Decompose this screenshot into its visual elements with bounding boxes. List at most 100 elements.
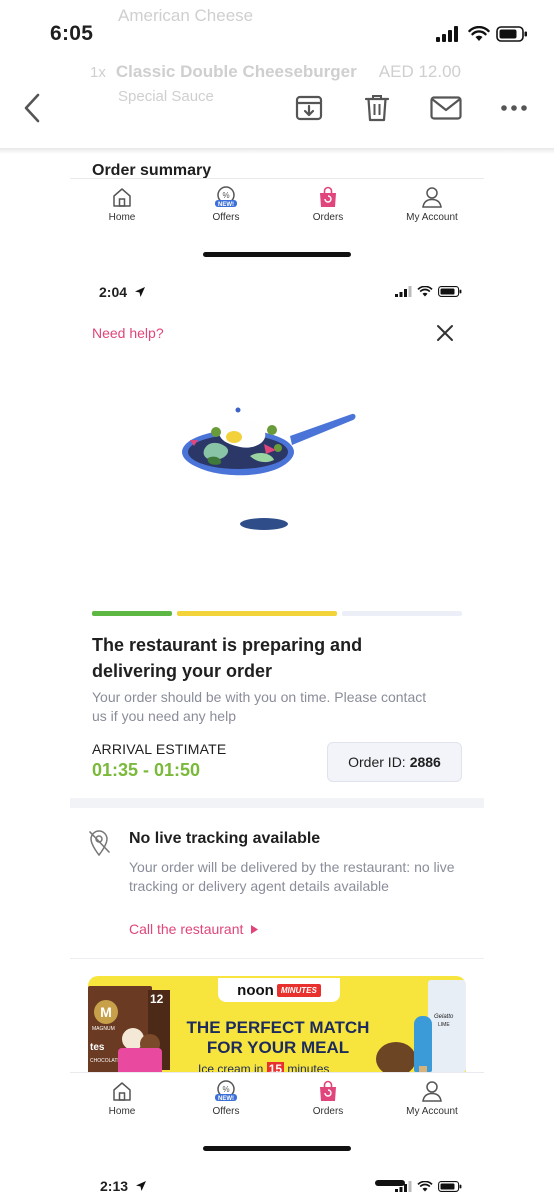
ice-cream-cup-image — [118, 1048, 162, 1072]
nav-home[interactable]: Home — [82, 186, 162, 223]
nav-offers[interactable]: % NEW! Offers — [186, 1080, 266, 1117]
banner-headline-2: FOR YOUR MEAL — [206, 1038, 350, 1057]
home-indicator-2 — [203, 1146, 351, 1151]
more-button[interactable] — [498, 92, 530, 124]
ghost-order-line: 1x Classic Double Cheeseburger AED 12.00 — [90, 62, 461, 82]
no-tracking-title: No live tracking available — [129, 830, 321, 847]
magnum-letter: M — [94, 1000, 118, 1024]
progress-step-3 — [342, 611, 462, 616]
nav-orders[interactable]: Orders — [288, 1080, 368, 1117]
nav-home[interactable]: Home — [82, 1080, 162, 1117]
ghost-text-line: American Cheese — [118, 6, 254, 25]
need-help-link[interactable]: Need help? — [92, 325, 164, 341]
status-time: 6:05 — [50, 22, 94, 45]
banner-headline-1: THE PERFECT MATCH — [186, 1018, 370, 1037]
cellular-signal-icon — [395, 286, 412, 297]
ice-cream-cone-image — [376, 1042, 416, 1072]
mail-button[interactable] — [428, 92, 464, 124]
wifi-icon — [417, 1181, 433, 1192]
bottom-nav-1: Home % NEW! Offers Orders My Account — [70, 186, 484, 256]
nav-account-label: My Account — [406, 212, 458, 223]
home-icon — [113, 1082, 131, 1101]
wifi-icon — [468, 26, 490, 41]
status-time-3: 2:13 — [100, 1178, 147, 1194]
banner-subline-prefix: Ice cream in — [198, 1062, 267, 1072]
cellular-signal-icon — [436, 26, 458, 42]
banner-subline-number: 15 — [266, 1062, 285, 1072]
call-restaurant-link[interactable]: Call the restaurant — [129, 921, 259, 937]
orders-bag-icon — [320, 186, 336, 207]
promo-banner[interactable]: M MAGNUM tes CHOCOLATE 12 noon MINUTES T… — [88, 976, 466, 1072]
archive-button[interactable] — [293, 92, 325, 124]
wifi-icon — [417, 286, 433, 297]
account-icon — [422, 187, 442, 208]
nav-offers[interactable]: % NEW! Offers — [186, 186, 266, 223]
arrival-time: 01:35 - 01:50 — [92, 760, 201, 780]
nav-orders-label: Orders — [312, 1106, 344, 1117]
location-arrow-icon — [134, 287, 145, 297]
banner-subline: Ice cream in 15 minutes — [198, 1062, 329, 1072]
nav-divider — [70, 178, 484, 179]
account-icon — [422, 1081, 442, 1102]
ghost-item: Classic Double Cheeseburger — [115, 62, 357, 81]
progress-step-1 — [92, 611, 172, 616]
mail-icon — [430, 96, 462, 120]
nav-offers-label: Offers — [212, 212, 240, 223]
nav-account-label: My Account — [406, 1106, 458, 1117]
ghost-sauce: Special Sauce — [118, 88, 214, 105]
banner-subline-suffix: minutes — [284, 1062, 330, 1072]
close-icon — [437, 325, 453, 341]
order-id-label: Order ID: — [348, 754, 406, 770]
bottom-nav-2: Home % NEW! Offers Orders My Account — [70, 1080, 484, 1150]
arrival-estimate-label: ARRIVAL ESTIMATE — [92, 741, 227, 757]
noon-minutes-logo: noon MINUTES — [218, 978, 340, 1002]
order-id-chip[interactable]: Order ID: 2886 — [327, 742, 462, 782]
nav-offers-label: Offers — [212, 1106, 240, 1117]
no-tracking-icon — [88, 830, 110, 857]
more-icon — [501, 105, 527, 111]
home-icon — [113, 188, 131, 207]
home-indicator-1 — [203, 252, 351, 257]
battery-icon — [496, 26, 527, 42]
ghost-price: AED 12.00 — [378, 62, 461, 81]
popsicle-box-image: Gelatto LIME — [428, 980, 466, 1072]
banner-top-divider — [70, 958, 484, 959]
order-status-title: The restaurant is preparing and deliveri… — [92, 635, 363, 681]
battery-icon — [438, 286, 462, 297]
toolbar-divider — [0, 148, 554, 154]
section-separator — [70, 798, 484, 808]
ghost-qty: 1x — [90, 64, 106, 81]
back-button[interactable] — [16, 92, 48, 124]
delete-button[interactable] — [361, 92, 393, 124]
svg-text:%: % — [222, 191, 229, 200]
trash-icon — [364, 95, 390, 122]
nav-orders[interactable]: Orders — [288, 186, 368, 223]
order-id-value: 2886 — [409, 754, 441, 770]
location-arrow-icon — [135, 1181, 146, 1191]
offers-badge: NEW! — [218, 202, 234, 208]
box-count: 12 — [150, 992, 164, 1006]
popsicle-brand: Gelatto — [434, 1014, 454, 1020]
nav-account[interactable]: My Account — [392, 186, 472, 223]
offers-icon: % NEW! — [215, 186, 237, 208]
orders-bag-icon — [320, 1080, 336, 1101]
nav-account[interactable]: My Account — [392, 1080, 472, 1117]
magnum-sub: CHOCOLATE — [90, 1058, 121, 1064]
frying-pan-illustration — [180, 400, 360, 535]
minutes-tag: MINUTES — [276, 983, 321, 997]
status-icons — [436, 26, 528, 42]
close-button[interactable] — [434, 322, 456, 344]
svg-text:%: % — [222, 1085, 229, 1094]
nav-orders-label: Orders — [312, 212, 344, 223]
order-status-subtitle: Your order should be with you on time. P… — [92, 689, 427, 724]
status-icons-2 — [395, 286, 462, 297]
popsicle-flavor: LIME — [438, 1022, 450, 1028]
caret-right-icon — [251, 924, 259, 934]
call-restaurant-label: Call the restaurant — [129, 921, 244, 937]
nav-home-label: Home — [108, 1106, 136, 1117]
status-time-2: 2:04 — [99, 284, 146, 300]
status-icons-3 — [395, 1181, 462, 1192]
noon-brand: noon — [237, 981, 274, 999]
cellular-signal-icon — [395, 1181, 412, 1192]
offers-badge: NEW! — [218, 1096, 234, 1102]
